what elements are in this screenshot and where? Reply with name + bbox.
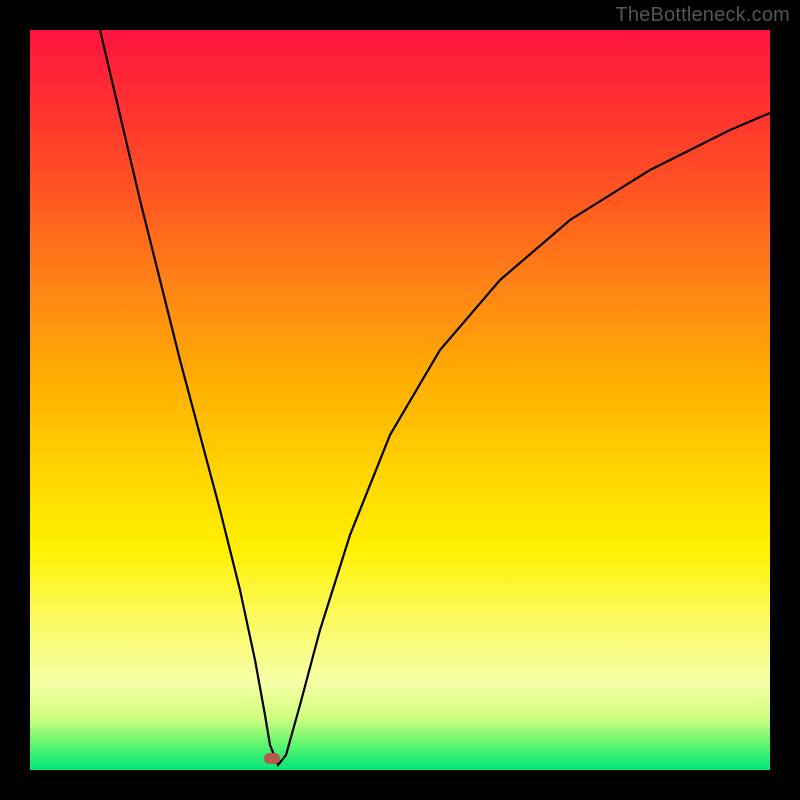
watermark-text: TheBottleneck.com bbox=[615, 4, 790, 27]
curve-path bbox=[100, 30, 770, 765]
bottleneck-curve bbox=[30, 30, 770, 770]
optimum-marker bbox=[264, 753, 280, 764]
chart-frame: TheBottleneck.com bbox=[0, 0, 800, 800]
